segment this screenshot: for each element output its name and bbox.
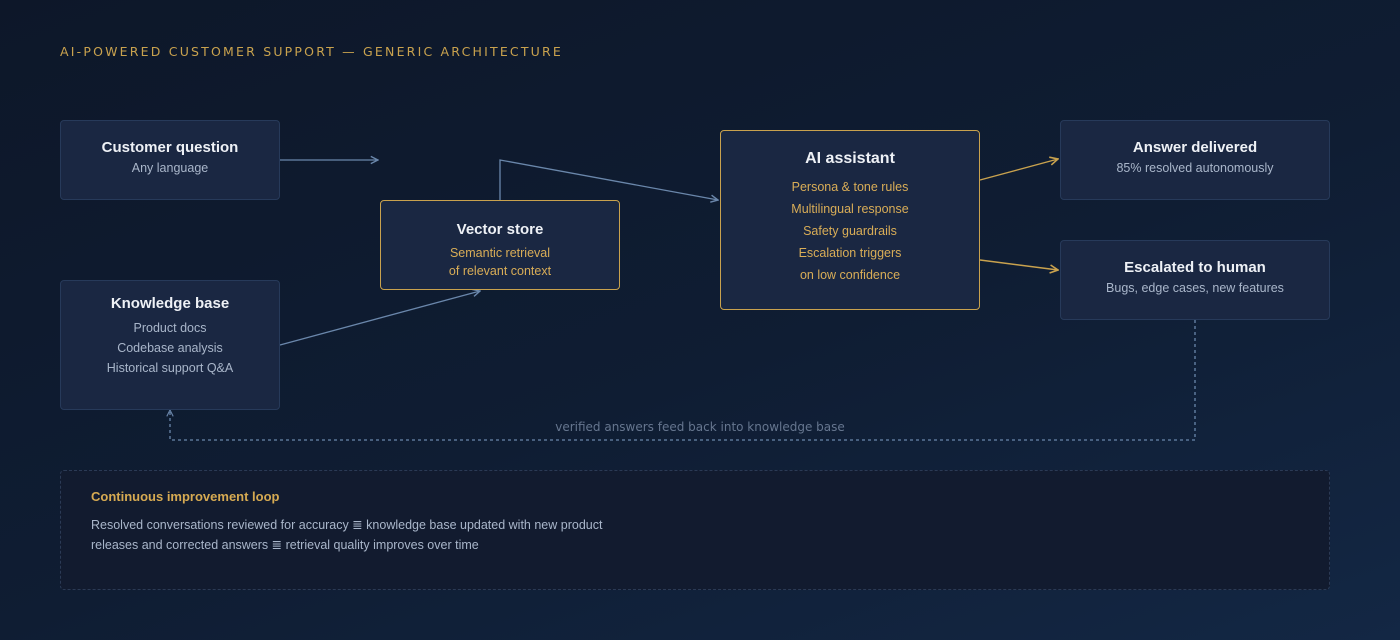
- improvement-loop-text: Resolved conversations reviewed for accu…: [91, 518, 603, 552]
- arrow-assistant-to-escalated: [979, 259, 1058, 270]
- node-detail: on low confidence: [799, 268, 901, 282]
- arrow-knowledge-to-vector: [279, 291, 480, 346]
- node-detail: of relevant context: [448, 264, 552, 278]
- node-detail: Codebase analysis: [117, 341, 223, 355]
- feedback-loop-label: verified answers feed back into knowledg…: [555, 420, 845, 434]
- node-ai-assistant: AI assistant Persona & tone rules Multil…: [720, 130, 980, 310]
- node-detail: Product docs: [133, 321, 207, 335]
- node-title: Knowledge base: [110, 295, 230, 312]
- node-vector-store: Vector store Semantic retrieval of relev…: [380, 200, 620, 290]
- node-detail: Persona & tone rules: [791, 180, 909, 194]
- arrow-vector-to-assistant: [499, 159, 718, 200]
- node-detail: Semantic retrieval: [449, 246, 551, 260]
- node-title: Answer delivered: [1132, 139, 1258, 156]
- node-detail: Multilingual response: [791, 202, 909, 216]
- node-detail: Escalation triggers: [798, 246, 902, 260]
- node-title: Vector store: [456, 221, 544, 238]
- improvement-loop-panel: Continuous improvement loop Resolved con…: [60, 470, 1330, 590]
- node-title: Escalated to human: [1124, 259, 1266, 276]
- node-detail: Historical support Q&A: [106, 361, 234, 375]
- arrow-assistant-to-answer: [979, 159, 1058, 181]
- node-detail: Any language: [131, 161, 209, 175]
- node-detail: Bugs, edge cases, new features: [1106, 281, 1284, 295]
- node-detail: Safety guardrails: [803, 224, 897, 238]
- node-customer-question: Customer question Any language: [60, 120, 280, 200]
- node-detail: 85% resolved autonomously: [1116, 161, 1274, 175]
- improvement-loop-heading: Continuous improvement loop: [91, 489, 280, 504]
- node-title: AI assistant: [805, 150, 895, 167]
- node-title: Customer question: [101, 139, 239, 156]
- node-escalated-to-human: Escalated to human Bugs, edge cases, new…: [1060, 240, 1330, 320]
- node-knowledge-base: Knowledge base Product docs Codebase ana…: [60, 280, 280, 410]
- node-answer-delivered: Answer delivered 85% resolved autonomous…: [1060, 120, 1330, 200]
